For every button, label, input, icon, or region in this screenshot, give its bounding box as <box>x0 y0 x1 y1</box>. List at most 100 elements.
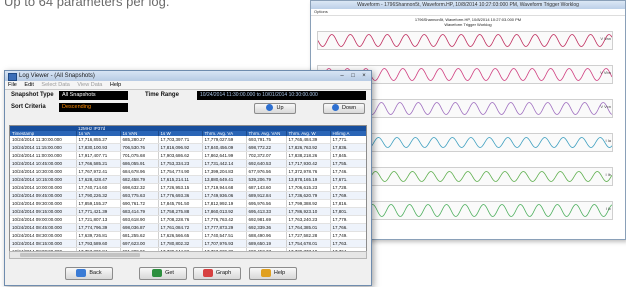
table-cell: 17,812,992.19 <box>202 199 247 208</box>
table-cell: 702,372.07 <box>246 151 287 160</box>
table-cell: 693,618.90 <box>120 215 159 224</box>
table-cell: 698,772.22 <box>246 143 287 152</box>
log-viewer-titlebar: Log Viewer - (All Snapshots) – □ × <box>5 71 371 81</box>
time-range-field[interactable]: 10/24/2014 11:30:00.000 to 10/01/2014 10… <box>197 91 366 100</box>
caption-text: Up to 64 parameters per log. <box>4 0 170 9</box>
time-range-label: Time Range <box>145 92 179 98</box>
table-row[interactable]: 10/24/2014 09:15:00.000 17,771,421.39 683,… <box>10 207 366 216</box>
table-cell: 690,761.72 <box>120 199 159 208</box>
waveform-trace <box>318 34 612 47</box>
table-row[interactable]: 10/24/2014 09:30:00.000 17,859,155.27 690,… <box>10 199 366 208</box>
table-row[interactable]: 10/24/2014 09:00:00.000 17,721,807.13 693,… <box>10 215 366 224</box>
table-cell: 695,413.33 <box>246 207 287 216</box>
column-header[interactable]: Thrm. Avg. VAN <box>246 131 287 136</box>
table-cell: 17,799,388.92 <box>286 199 331 208</box>
down-button[interactable]: Down <box>323 103 365 114</box>
table-cell: 689,650.19 <box>246 239 287 248</box>
table-cell: 692,981.69 <box>246 215 287 224</box>
table-cell: 17,776,693.36 <box>158 191 203 200</box>
log-viewer-title: Log Viewer - (All Snapshots) <box>19 73 95 79</box>
table-cell: 17,761,084.72 <box>158 223 203 232</box>
table-row[interactable]: 10/24/2014 11:00:00.000 17,917,407.71 701,… <box>10 151 366 160</box>
waveform-channel-label: V Vcn <box>600 104 611 109</box>
table-cell: 689,912.84 <box>246 191 287 200</box>
graph-button[interactable]: Graph <box>193 267 241 280</box>
maximize-icon[interactable]: □ <box>348 72 358 80</box>
table-cell: 17,793,589.60 <box>76 239 121 248</box>
table-row[interactable]: 10/24/2014 10:00:00.000 17,740,714.60 698,… <box>10 183 366 192</box>
waveform-menu-options[interactable]: Options <box>311 9 625 16</box>
scrollbar-thumb[interactable] <box>20 253 140 257</box>
table-cell: 677,976.56 <box>246 167 287 176</box>
table-cell: 17,903,686.62 <box>158 151 203 160</box>
waveform-panel[interactable]: V Van <box>317 31 613 50</box>
table-cell: 17,372,978.76 <box>286 167 331 176</box>
table-cell: 10/24/2014 11:30:00.000 <box>10 136 77 144</box>
help-icon <box>260 268 271 277</box>
table-cell: 17,845. <box>330 151 366 160</box>
table-cell: 17,786,923.10 <box>286 207 331 216</box>
table-cell: 17,763,240.23 <box>286 215 331 224</box>
waveform-channel-label: I Ia <box>605 138 611 143</box>
table-cell: 17,671. <box>330 175 366 184</box>
get-data-icon <box>152 268 163 277</box>
table-cell: 10/24/2014 11:15:00.000 <box>10 143 77 152</box>
snapshot-type-field[interactable]: All Snapshots <box>59 91 128 100</box>
table-cell: 692,640.53 <box>246 159 287 168</box>
table-cell: 10/24/2014 09:45:00.000 <box>10 191 77 200</box>
table-cell: 17,859,155.27 <box>76 199 121 208</box>
table-row[interactable]: 10/24/2014 10:45:00.000 17,766,585.21 686,… <box>10 159 366 168</box>
waveform-channel-label: V Vbn <box>600 70 611 75</box>
menu-help[interactable]: Help <box>110 82 121 88</box>
table-cell: 17,917,407.71 <box>76 151 121 160</box>
up-button[interactable]: Up <box>254 103 296 114</box>
table-cell: 688,490.96 <box>246 231 287 240</box>
table-cell: 17,727,582.28 <box>286 231 331 240</box>
table-row[interactable]: 10/24/2014 08:15:00.000 17,793,589.60 697,… <box>10 239 366 248</box>
table-cell: 17,776,763.42 <box>202 215 247 224</box>
sort-criteria-field[interactable]: Descending <box>59 103 128 112</box>
table-cell: 10/24/2014 08:30:00.000 <box>10 231 77 240</box>
table-row[interactable]: 10/24/2014 11:15:00.000 17,830,100.93 706,… <box>10 143 366 152</box>
table-cell: 17,731,442.14 <box>202 159 247 168</box>
waveform-window-title: Waveform - 1796Shannon5t, Waveform.HP, 1… <box>311 1 625 9</box>
table-cell: 17,719,944.68 <box>202 183 247 192</box>
table-cell: 17,767,972.41 <box>76 167 121 176</box>
back-button[interactable]: Back <box>65 267 113 280</box>
menu-select-data[interactable]: Select Data <box>41 82 69 88</box>
table-cell: 17,774,796.39 <box>76 223 121 232</box>
help-button[interactable]: Help <box>249 267 297 280</box>
table-row[interactable]: 10/24/2014 10:30:00.000 17,767,972.41 684,… <box>10 167 366 176</box>
table-row[interactable]: 10/24/2014 08:45:00.000 17,774,796.39 698,… <box>10 223 366 232</box>
table-cell: 693,791.75 <box>246 136 287 144</box>
close-icon[interactable]: × <box>359 72 369 80</box>
table-cell: 17,721,807.13 <box>76 215 121 224</box>
menu-file[interactable]: File <box>8 82 17 88</box>
table-cell: 17,754,678.01 <box>286 239 331 248</box>
table-row[interactable]: 10/24/2014 08:30:00.000 17,639,726.81 681,… <box>10 231 366 240</box>
waveform-channel-label: I Ib <box>605 172 611 177</box>
table-cell: 697,623.00 <box>120 239 159 248</box>
back-button-label: Back <box>89 270 102 276</box>
table-cell: 10/24/2014 10:30:00.000 <box>10 167 77 176</box>
horizontal-scrollbar[interactable] <box>9 251 367 259</box>
down-arrow-icon <box>331 104 339 112</box>
table-cell: 701,075.68 <box>120 151 159 160</box>
table-cell: 17,766. <box>330 223 366 232</box>
menu-edit[interactable]: Edit <box>24 82 33 88</box>
table-cell: 17,766,585.21 <box>76 159 121 168</box>
data-table[interactable]: 12MHz IP37d Timestamp 1s VA 1s VAN 1s W Thrm… <box>9 125 367 252</box>
table-cell: 683,414.79 <box>120 207 159 216</box>
table-cell: 17,716,855.27 <box>76 136 121 144</box>
graph-button-label: Graph <box>215 270 232 276</box>
table-row[interactable]: 10/24/2014 11:30:00.000 17,716,855.27 685,… <box>10 136 366 144</box>
menu-view-data[interactable]: View Data <box>77 82 102 88</box>
table-cell: 17,708,228.76 <box>158 215 203 224</box>
table-cell: 686,055.91 <box>120 159 159 168</box>
table-row[interactable]: 10/24/2014 09:45:00.000 17,790,226.32 693,… <box>10 191 366 200</box>
get-button[interactable]: Get <box>139 267 187 280</box>
table-cell: 10/24/2014 08:45:00.000 <box>10 223 77 232</box>
table-row[interactable]: 10/24/2014 10:15:00.000 17,628,428.47 682,… <box>10 175 366 184</box>
table-cell: 17,615,214.11 <box>158 175 203 184</box>
minimize-icon[interactable]: – <box>337 72 347 80</box>
